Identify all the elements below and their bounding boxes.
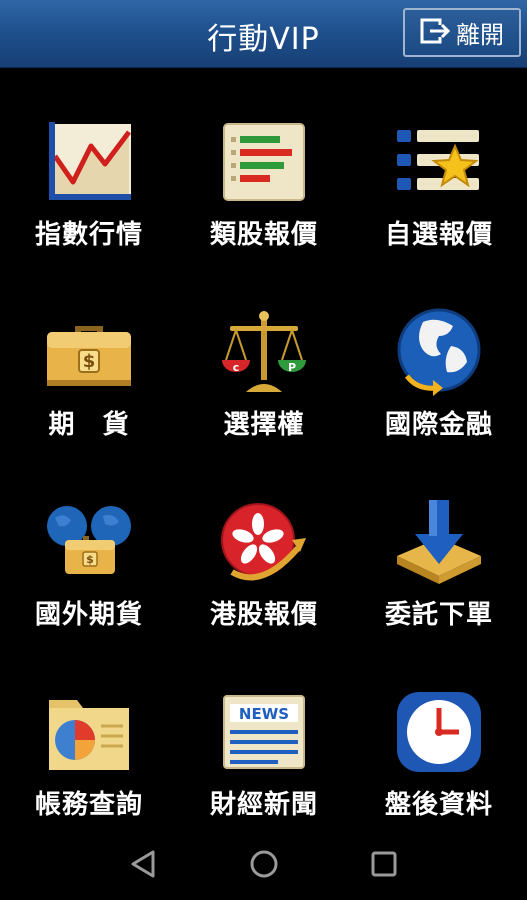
tile-label: 帳務查詢 xyxy=(34,790,143,820)
line-chart-icon xyxy=(43,116,135,208)
tile-financial-news[interactable]: NEWS 財經新聞 xyxy=(176,638,352,828)
tile-label: 自選報價 xyxy=(384,220,493,250)
tile-label: 選擇權 xyxy=(223,410,305,440)
clock-icon xyxy=(393,686,485,778)
briefcase-dollar-icon: $ xyxy=(43,306,135,398)
tile-label: 盤後資料 xyxy=(384,790,493,820)
tile-foreign-futures[interactable]: $ 國外期貨 xyxy=(1,448,177,638)
android-nav-bar xyxy=(0,828,527,900)
tile-label: 期 貨 xyxy=(48,410,130,440)
svg-text:c: c xyxy=(233,361,240,374)
recents-icon[interactable] xyxy=(367,847,401,881)
tile-label: 指數行情 xyxy=(34,220,143,250)
hk-flag-icon xyxy=(218,496,310,588)
menu-grid: 指數行情 類股報價 自選報價 $ 期 貨 c P 選擇權 國際金融 $ 國外期貨… xyxy=(0,68,527,828)
tile-account-inquiry[interactable]: 帳務查詢 xyxy=(1,638,177,828)
tile-label: 國外期貨 xyxy=(34,600,143,630)
globe-icon xyxy=(393,306,485,398)
scale-icon: c P xyxy=(218,306,310,398)
folder-pie-icon xyxy=(43,686,135,778)
tile-place-order[interactable]: 委託下單 xyxy=(351,448,527,638)
home-icon[interactable] xyxy=(247,847,281,881)
tile-watchlist-quotes[interactable]: 自選報價 xyxy=(351,68,527,258)
svg-text:P: P xyxy=(288,361,296,374)
tile-label: 港股報價 xyxy=(209,600,318,630)
svg-text:$: $ xyxy=(83,351,96,372)
globe-briefcase-icon: $ xyxy=(43,496,135,588)
bar-list-icon xyxy=(218,116,310,208)
tile-after-hours-data[interactable]: 盤後資料 xyxy=(351,638,527,828)
exit-label: 離開 xyxy=(456,21,504,49)
tile-futures[interactable]: $ 期 貨 xyxy=(1,258,177,448)
news-icon: NEWS xyxy=(218,686,310,778)
tile-label: 委託下單 xyxy=(384,600,493,630)
tile-label: 類股報價 xyxy=(209,220,318,250)
tile-index-quotes[interactable]: 指數行情 xyxy=(1,68,177,258)
tile-international-finance[interactable]: 國際金融 xyxy=(351,258,527,448)
exit-icon xyxy=(420,17,451,49)
favorite-list-icon xyxy=(393,116,485,208)
tile-label: 國際金融 xyxy=(384,410,493,440)
tile-options[interactable]: c P 選擇權 xyxy=(176,258,352,448)
app-header: 行動VIP 離開 xyxy=(0,0,527,68)
exit-button[interactable]: 離開 xyxy=(403,8,521,57)
back-icon[interactable] xyxy=(127,847,161,881)
download-arrow-icon xyxy=(393,496,485,588)
svg-text:$: $ xyxy=(86,553,94,566)
tile-sector-quotes[interactable]: 類股報價 xyxy=(176,68,352,258)
tile-label: 財經新聞 xyxy=(209,790,318,820)
svg-text:NEWS: NEWS xyxy=(239,705,289,723)
tile-hk-stock-quotes[interactable]: 港股報價 xyxy=(176,448,352,638)
